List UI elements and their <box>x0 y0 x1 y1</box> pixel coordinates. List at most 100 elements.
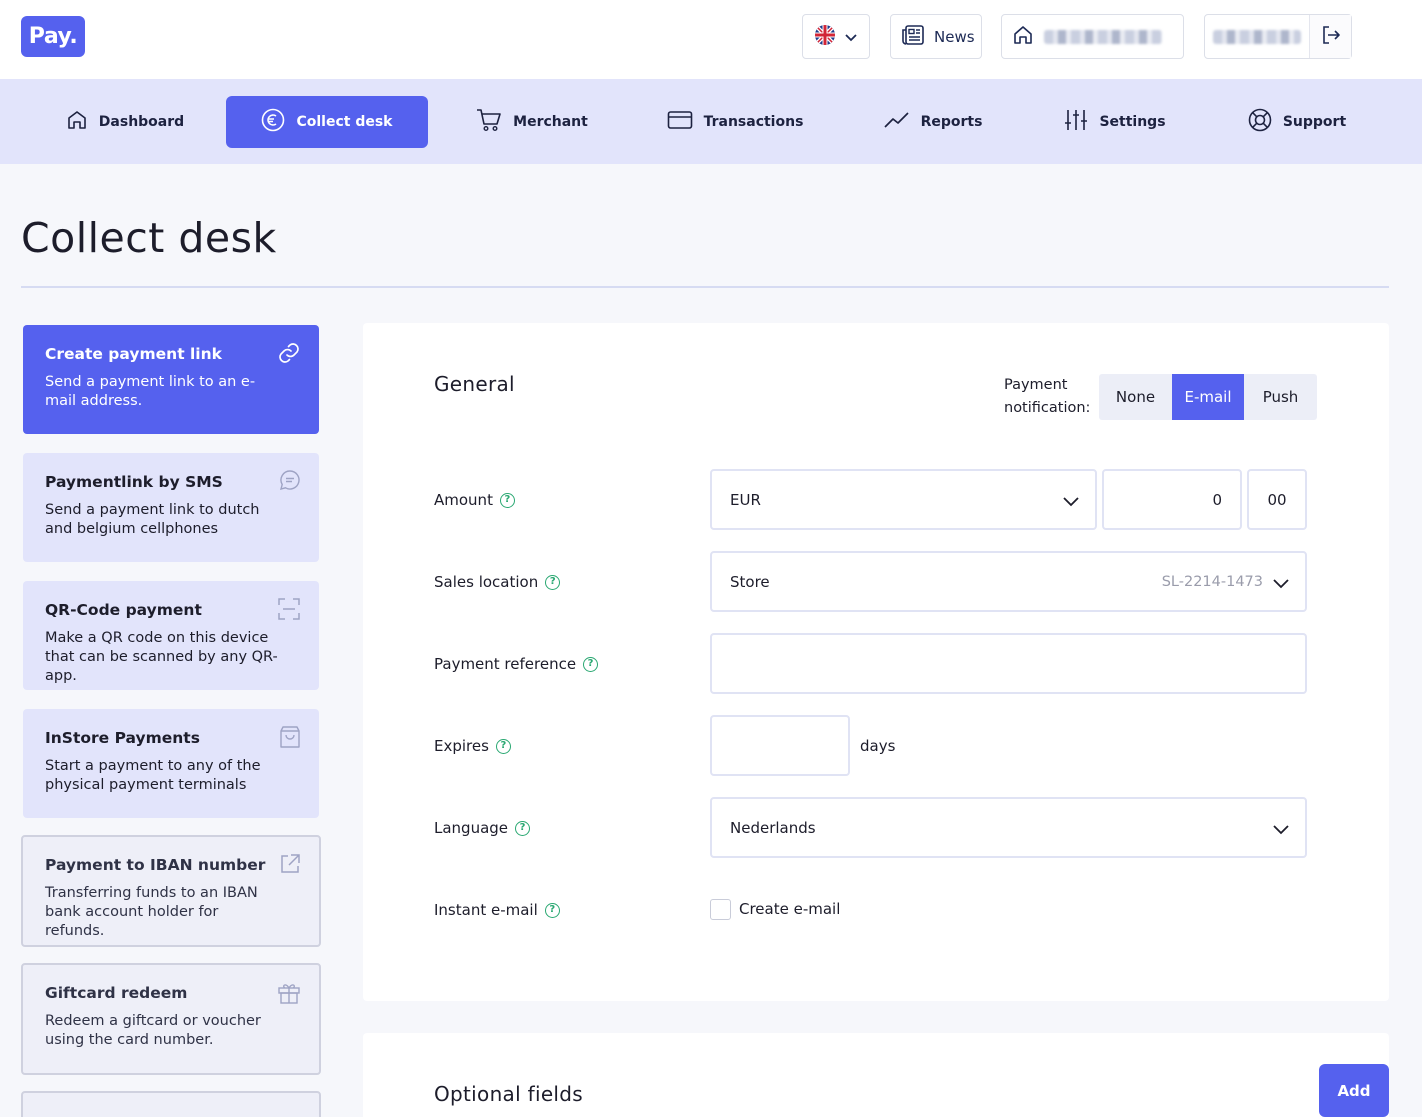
nav-merchant[interactable]: Merchant <box>462 96 602 148</box>
amount-label: Amount ? <box>434 491 515 509</box>
nav-reports[interactable]: Reports <box>868 96 998 148</box>
top-header: Pay. News <box>0 0 1422 79</box>
label-text: Language <box>434 819 509 837</box>
card-title: Giftcard redeem <box>45 984 188 1002</box>
nav-settings[interactable]: Settings <box>1050 96 1180 148</box>
nav-support[interactable]: Support <box>1232 96 1362 148</box>
expires-input[interactable] <box>710 715 850 776</box>
newspaper-icon <box>901 24 925 50</box>
pay-logo[interactable]: Pay. <box>21 16 85 57</box>
logout-icon <box>1320 24 1342 50</box>
sales-location-label: Sales location ? <box>434 573 561 591</box>
external-link-icon <box>279 853 301 879</box>
logout-button[interactable] <box>1309 15 1351 58</box>
label-text: Instant e-mail <box>434 901 538 919</box>
amount-cents-value: 00 <box>1267 490 1287 509</box>
main-nav: Dashboard Collect desk Merchant Transact… <box>0 79 1422 164</box>
title-divider <box>21 286 1389 288</box>
chevron-down-icon <box>1063 493 1079 511</box>
notification-email[interactable]: E-mail <box>1172 374 1244 420</box>
notification-none[interactable]: None <box>1099 374 1172 420</box>
help-icon[interactable]: ? <box>515 820 531 836</box>
help-icon[interactable]: ? <box>495 738 511 754</box>
label-text: Expires <box>434 737 489 755</box>
section-title-optional: Optional fields <box>434 1082 583 1106</box>
label-line: notification: <box>1004 400 1091 416</box>
user-menu[interactable] <box>1204 14 1352 59</box>
language-label: Language ? <box>434 819 531 837</box>
gift-icon <box>277 981 301 1009</box>
card-payment-to-iban[interactable]: Payment to IBAN number Transferring fund… <box>21 835 321 947</box>
user-name-redacted <box>1213 29 1301 44</box>
instant-email-label: Instant e-mail ? <box>434 901 560 919</box>
cart-icon <box>476 108 502 136</box>
card-desc: Send a payment link to dutch and belgium… <box>45 502 260 537</box>
card-title: Payment to IBAN number <box>45 856 266 874</box>
help-icon[interactable]: ? <box>544 902 560 918</box>
amount-whole-value: 0 <box>1212 490 1222 509</box>
card-title: Create payment link <box>45 345 222 363</box>
euro-icon <box>261 108 285 136</box>
card-title: InStore Payments <box>45 729 200 747</box>
card-qr-code-payment[interactable]: QR-Code payment Make a QR code on this d… <box>23 581 319 690</box>
card-giftcard-redeem[interactable]: Giftcard redeem Redeem a giftcard or vou… <box>21 963 321 1075</box>
page-title: Collect desk <box>21 214 277 262</box>
card-instore-payments[interactable]: InStore Payments Start a payment to any … <box>23 709 319 818</box>
bag-icon <box>279 725 301 753</box>
nav-label: Merchant <box>513 114 588 130</box>
chevron-down-icon <box>1273 821 1289 839</box>
help-icon[interactable]: ? <box>499 492 515 508</box>
chart-line-icon <box>883 110 910 134</box>
nav-label: Reports <box>920 114 983 130</box>
nav-label: Transactions <box>703 114 804 130</box>
sales-location-select[interactable]: Store SL-2214-1473 <box>710 551 1307 612</box>
nav-transactions[interactable]: Transactions <box>650 96 820 148</box>
help-icon[interactable]: ? <box>583 656 599 672</box>
nav-label: Dashboard <box>98 114 185 130</box>
nav-collect-desk[interactable]: Collect desk <box>226 96 428 148</box>
label-line: Payment <box>1004 377 1068 393</box>
card-icon <box>667 110 693 134</box>
create-email-label[interactable]: Create e-mail <box>739 900 840 918</box>
help-icon[interactable]: ? <box>545 574 561 590</box>
account-selector[interactable] <box>1001 14 1184 59</box>
language-selector[interactable] <box>802 14 870 59</box>
payment-notification-label: Payment notification: <box>1004 374 1090 420</box>
amount-cents-input[interactable]: 00 <box>1247 469 1307 530</box>
add-button[interactable]: Add <box>1319 1064 1389 1117</box>
expires-unit: days <box>860 737 896 755</box>
currency-select[interactable]: EUR <box>710 469 1097 530</box>
chevron-down-icon <box>845 27 857 46</box>
label-text: Amount <box>434 491 493 509</box>
card-paymentlink-sms[interactable]: Paymentlink by SMS Send a payment link t… <box>23 453 319 562</box>
uk-flag-icon <box>815 24 835 49</box>
card-desc: Make a QR code on this device that can b… <box>45 630 278 684</box>
sales-location-value: Store <box>730 572 770 591</box>
create-email-checkbox[interactable] <box>710 899 731 920</box>
expires-label: Expires ? <box>434 737 511 755</box>
link-icon <box>277 341 301 369</box>
section-title-general: General <box>434 372 515 396</box>
card-title: QR-Code payment <box>45 601 202 619</box>
nav-label: Support <box>1282 114 1347 130</box>
payment-reference-input[interactable] <box>710 633 1307 694</box>
news-button[interactable]: News <box>890 14 982 59</box>
card-desc: Send a payment link to an e-mail address… <box>45 374 256 409</box>
language-select[interactable]: Nederlands <box>710 797 1307 858</box>
card-create-payment-link[interactable]: Create payment link Send a payment link … <box>23 325 319 434</box>
currency-value: EUR <box>730 490 761 509</box>
payment-notification-toggle: None E-mail Push <box>1099 374 1317 420</box>
sliders-icon <box>1064 108 1088 136</box>
card-desc: Transferring funds to an IBAN bank accou… <box>45 885 258 939</box>
nav-dashboard[interactable]: Dashboard <box>50 96 200 148</box>
card-desc: Redeem a giftcard or voucher using the c… <box>45 1013 261 1048</box>
card-more[interactable] <box>21 1091 321 1117</box>
sales-location-code: SL-2214-1473 <box>1161 573 1263 590</box>
amount-whole-input[interactable]: 0 <box>1102 469 1242 530</box>
payment-reference-label: Payment reference ? <box>434 655 599 673</box>
qr-scan-icon <box>277 597 301 625</box>
nav-label: Collect desk <box>296 114 393 130</box>
account-name-redacted <box>1044 29 1162 44</box>
notification-push[interactable]: Push <box>1244 374 1317 420</box>
lifebuoy-icon <box>1248 108 1272 136</box>
